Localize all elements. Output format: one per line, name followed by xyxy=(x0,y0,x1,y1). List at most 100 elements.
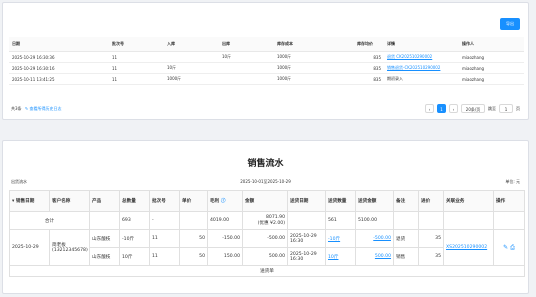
page-1-button[interactable]: 1 xyxy=(437,104,446,113)
cell-out xyxy=(219,62,274,74)
row-actions: ✎ ⎙ xyxy=(493,229,525,266)
edit-icon[interactable]: ✎ xyxy=(503,244,508,251)
col-note: 备注 xyxy=(393,190,419,212)
table-row: 2025-10-29 16:30:36 11 10斤 1000斤 835 退货 … xyxy=(9,51,524,63)
cell-product: 山东酸枝 xyxy=(89,229,120,248)
cell-operator: miaozhang xyxy=(459,51,524,63)
goto-page-input[interactable]: 1 xyxy=(499,104,513,113)
goto-label: 跳至 xyxy=(488,105,496,111)
col-product: 产品 xyxy=(89,190,120,212)
stock-log-table: 日期 批次号 入库 出库 库存成本 库存均价 详情 操作人 2025-10-29… xyxy=(9,37,524,85)
total-profit: 4019.00 xyxy=(207,211,243,230)
empty-cell xyxy=(493,211,525,230)
cell-note: 销售 xyxy=(393,247,419,266)
detail-link[interactable]: 退货 CK202510290002 xyxy=(384,51,459,63)
col-stock-cost: 库存成本 xyxy=(274,37,354,52)
next-page-button[interactable]: › xyxy=(449,104,458,113)
history-log-link[interactable]: ✎ 查看所得历史日志 xyxy=(25,106,62,111)
total-delivery-amount: 5100.00 xyxy=(355,211,394,230)
cell-out: 10斤 xyxy=(219,51,274,63)
col-cost: 进价 xyxy=(418,190,444,212)
info-icon[interactable]: ⓘ xyxy=(221,199,226,204)
delivery-amount-link[interactable]: -500.00 xyxy=(355,229,394,248)
cell-batch: 11 xyxy=(149,229,180,248)
detail-link[interactable]: 销售退货-CK202510290002 xyxy=(384,62,459,74)
col-out: 出库 xyxy=(219,37,274,52)
col-detail: 详情 xyxy=(384,37,459,52)
cell-cost: 35 xyxy=(418,229,444,248)
col-date: 日期 xyxy=(9,37,109,52)
col-delivery-date: 送货日期 xyxy=(287,190,326,212)
col-profit-label: 毛利 xyxy=(210,199,220,204)
cell-in xyxy=(164,51,219,63)
total-discount: (优惠 ¥2.00) xyxy=(257,221,285,226)
history-log-label: 查看所得历史日志 xyxy=(29,106,62,111)
total-amount: 8071.90 (优惠 ¥2.00) xyxy=(242,211,288,230)
total-count-text: 共3条 xyxy=(11,106,22,111)
cell-stock-cost: 1000斤 xyxy=(274,62,354,74)
col-batch: 批次号 xyxy=(149,190,180,212)
cell-date: 2025-10-11 13:41:25 xyxy=(9,73,109,85)
cell-stock-cost: 1000斤 xyxy=(274,51,354,63)
pagination: ‹ 1 › 20条/页 跳至 1 页 xyxy=(425,103,520,114)
cell-stock-cost: 1000斤 xyxy=(274,73,354,85)
page-size-select[interactable]: 20条/页 xyxy=(461,104,485,113)
cell-amount: -500.00 xyxy=(242,229,288,248)
col-amount: 金额 xyxy=(242,190,288,212)
cell-batch: 11 xyxy=(109,73,164,85)
table-row: 2025-10-29 16:30:16 11 10斤 1000斤 835 销售退… xyxy=(9,62,524,74)
col-ops: 操作 xyxy=(493,190,525,212)
col-avg-price: 库存均价 xyxy=(354,37,384,52)
col-sale-date-label: 销售日期 xyxy=(15,199,35,204)
table-row: 2025-10-11 13:41:25 11 1000斤 1000斤 835 期… xyxy=(9,73,524,85)
cell-qty: 10斤 xyxy=(119,247,150,266)
cell-delivery-date: 2025-10-29 16:30 xyxy=(287,247,326,266)
empty-cell xyxy=(393,211,419,230)
cell-operator: miaozhang xyxy=(459,62,524,74)
cell-price: 50 xyxy=(179,229,208,248)
cell-delivery-date: 2025-10-29 16:30 xyxy=(287,229,326,248)
col-related: 关联业务 xyxy=(443,190,494,212)
col-profit: 毛利 ⓘ xyxy=(207,190,243,212)
total-count: 共3条 ✎ 查看所得历史日志 xyxy=(11,106,61,112)
cell-profit: 150.00 xyxy=(207,247,243,266)
delivery-qty-link[interactable]: -10斤 xyxy=(325,229,356,248)
total-amount-value: 8071.90 xyxy=(266,215,285,220)
cell-detail: 期初录入 xyxy=(384,73,459,85)
col-sale-date[interactable]: ▾ 销售日期 xyxy=(9,190,50,212)
delivery-qty-link[interactable]: 10斤 xyxy=(325,247,356,266)
cell-date: 2025-10-29 16:30:16 xyxy=(9,62,109,74)
empty-cell xyxy=(443,211,494,230)
sales-report-panel: 销售流水 出货流水 2025-10-01至2025-10-29 单位: 元 ▾ … xyxy=(2,140,529,294)
print-icon[interactable]: ⎙ xyxy=(510,244,515,251)
total-qty: 693 xyxy=(119,211,150,230)
footer-label: 送货单 xyxy=(9,265,525,277)
col-customer: 客户名称 xyxy=(49,190,90,212)
report-title: 销售流水 xyxy=(247,159,284,169)
sort-icon[interactable]: ▾ xyxy=(12,199,14,204)
cell-out xyxy=(219,73,274,85)
delivery-amount-link[interactable]: 500.00 xyxy=(355,247,394,266)
cell-customer: 简老板(13212345678) xyxy=(49,229,90,266)
cell-product: 山东酸枝 xyxy=(89,247,120,266)
col-price: 单价 xyxy=(179,190,208,212)
cell-in: 1000斤 xyxy=(164,73,219,85)
stock-log-panel: 导出 日期 批次号 入库 出库 库存成本 库存均价 详情 操作人 2025-10… xyxy=(2,2,529,120)
related-business-link[interactable]: XS202510290002 xyxy=(443,229,494,266)
col-delivery-qty: 送货数量 xyxy=(325,190,356,212)
col-batch: 批次号 xyxy=(109,37,164,52)
col-operator: 操作人 xyxy=(459,37,524,52)
total-row: 合计 693 - 4019.00 8071.90 (优惠 ¥2.00) 561 5… xyxy=(9,211,525,230)
cell-cost: 35 xyxy=(418,247,444,266)
prev-page-button[interactable]: ‹ xyxy=(425,104,434,113)
empty-cell xyxy=(287,211,326,230)
cell-note: 退货 xyxy=(393,229,419,248)
cell-profit: -150.00 xyxy=(207,229,243,248)
footer-row: 送货单 xyxy=(9,265,525,277)
date-range: 2025-10-01至2025-10-29 xyxy=(240,179,291,184)
empty-cell xyxy=(89,211,120,230)
cell-batch: 11 xyxy=(109,62,164,74)
cell-amount: 500.00 xyxy=(242,247,288,266)
cell-batch: 11 xyxy=(149,247,180,266)
export-button[interactable]: 导出 xyxy=(500,18,520,30)
